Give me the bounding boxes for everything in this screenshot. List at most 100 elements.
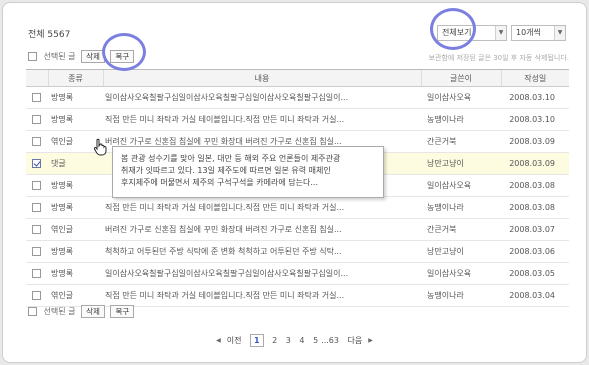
hand-cursor-icon	[93, 138, 107, 156]
row-checkbox[interactable]	[32, 159, 41, 168]
page-link-last[interactable]: 63	[329, 336, 339, 345]
header-type: 종류	[47, 69, 103, 87]
row-type: 방명록	[48, 86, 103, 109]
total-count: 전체 5567	[28, 30, 71, 40]
row-checkbox[interactable]	[32, 225, 41, 234]
row-content-link[interactable]: 버려진 가구로 신혼집 침실에 꾸민 화장대 버려진 가구로 신혼집 침실...	[103, 218, 421, 241]
next-page-link[interactable]: 다음	[348, 335, 363, 346]
row-checkbox[interactable]	[32, 247, 41, 256]
row-date: 2008.03.06	[501, 240, 569, 263]
row-checkbox[interactable]	[32, 291, 41, 300]
table-row[interactable]: 방명록 일이삼사오육칠팔구십일이삼사오육칠팔구십일이삼사오육칠팔구십일이... 일이…	[26, 262, 569, 285]
header-content: 내용	[102, 69, 421, 87]
row-date: 2008.03.08	[501, 174, 569, 197]
selected-label: 선택된 글	[43, 307, 76, 316]
row-checkbox-cell	[26, 108, 48, 131]
prev-page-link[interactable]: 이전	[227, 335, 242, 346]
tooltip-line: 취재가 잇따르고 있다. 13일 제주도에 따르면 일본 유력 매체인	[121, 166, 331, 175]
table-header-row: 종류 내용 글쓴이 작성일	[26, 69, 569, 87]
row-date: 2008.03.09	[501, 152, 569, 175]
row-checkbox-cell	[26, 218, 48, 241]
pagination: ◀ 이전 1 2 3 4 5 ...63 다음 ▶	[3, 334, 586, 347]
row-content-link[interactable]: 직접 만든 미니 좌탁과 거실 테이블입니다.직접 만든 미니 좌탁과 거실..…	[103, 284, 421, 307]
header-author: 글쓴이	[420, 69, 501, 87]
tooltip-line: 봄 관광 성수기를 맞아 일본, 대만 등 해외 주요 언론들이 제주관광	[121, 154, 341, 163]
row-author[interactable]: 농땡이나라	[421, 284, 501, 307]
row-content-link[interactable]: 일이삼사오육칠팔구십일이삼사오육칠팔구십일이삼사오육칠팔구십일이...	[103, 86, 421, 109]
row-checkbox-cell	[26, 284, 48, 307]
row-type: 엮인글	[48, 284, 103, 307]
row-checkbox[interactable]	[32, 93, 41, 102]
table-row[interactable]: 방명록 직접 만든 미니 좌탁과 거실 테이블입니다.직접 만든 미니 좌탁과 거…	[26, 196, 569, 219]
row-content-link[interactable]: 척척하고 어투된던 주방 식탁에 준 변화 척척하고 어투된던 주방 식탁...	[103, 240, 421, 263]
row-type: 방명록	[48, 174, 103, 197]
row-author[interactable]: 일이삼사오육	[421, 174, 501, 197]
row-checkbox[interactable]	[32, 137, 41, 146]
page-size-select[interactable]: 10개씩 ▼	[511, 25, 566, 41]
row-type: 방명록	[48, 196, 103, 219]
next-arrow-icon[interactable]: ▶	[368, 337, 373, 344]
row-checkbox-cell	[26, 262, 48, 285]
row-type: 방명록	[48, 108, 103, 131]
row-date: 2008.03.08	[501, 196, 569, 219]
row-author[interactable]: 일이삼사오육	[421, 86, 501, 109]
row-date: 2008.03.04	[501, 284, 569, 307]
tooltip-line: 후지제주에 머물면서 제주의 구석구석을 카메라에 담는다...	[121, 178, 318, 187]
row-content-link[interactable]: 직접 만든 미니 좌탁과 거실 테이블입니다.직접 만든 미니 좌탁과 거실..…	[103, 196, 421, 219]
row-date: 2008.03.10	[501, 86, 569, 109]
delete-button[interactable]: 삭제	[81, 305, 105, 318]
row-type: 엮인글	[48, 218, 103, 241]
row-checkbox-cell	[26, 86, 48, 109]
row-checkbox-cell	[26, 196, 48, 219]
table-row[interactable]: 방명록 척척하고 어투된던 주방 식탁에 준 변화 척척하고 어투된던 주방 식탁…	[26, 240, 569, 263]
row-author[interactable]: 농땡이나라	[421, 108, 501, 131]
highlight-circle	[430, 8, 476, 50]
header-checkbox-col	[26, 69, 48, 87]
row-author[interactable]: 농땡이나라	[421, 196, 501, 219]
select-all-checkbox[interactable]	[28, 307, 37, 316]
row-checkbox-cell	[26, 152, 48, 175]
prev-arrow-icon[interactable]: ◀	[216, 337, 221, 344]
row-type: 방명록	[48, 240, 103, 263]
page-link[interactable]: 2	[272, 336, 277, 345]
row-checkbox[interactable]	[32, 269, 41, 278]
row-date: 2008.03.09	[501, 130, 569, 153]
row-content-link[interactable]: 직접 만든 미니 좌탁과 거실 테이블입니다.직접 만든 미니 좌탁과 거실..…	[103, 108, 421, 131]
page-link[interactable]: 4	[299, 336, 304, 345]
page-ellipsis: ...	[321, 336, 329, 345]
row-author[interactable]: 낭만고냥이	[421, 152, 501, 175]
row-date: 2008.03.07	[501, 218, 569, 241]
table-row[interactable]: 엮인글 직접 만든 미니 좌탁과 거실 테이블입니다.직접 만든 미니 좌탁과 거…	[26, 284, 569, 307]
select-all-checkbox[interactable]	[28, 52, 37, 61]
row-type: 방명록	[48, 262, 103, 285]
page-link[interactable]: 5	[313, 336, 318, 345]
row-checkbox-cell	[26, 174, 48, 197]
highlight-circle	[102, 33, 146, 71]
row-checkbox-cell	[26, 130, 48, 153]
row-content-link[interactable]: 일이삼사오육칠팔구십일이삼사오육칠팔구십일이삼사오육칠팔구십일이...	[103, 262, 421, 285]
selected-label: 선택된 글	[43, 52, 76, 61]
header-date: 작성일	[500, 69, 569, 87]
table-row[interactable]: 방명록 직접 만든 미니 좌탁과 거실 테이블입니다.직접 만든 미니 좌탁과 거…	[26, 108, 569, 131]
row-author[interactable]: 낭만고냥이	[421, 240, 501, 263]
row-date: 2008.03.05	[501, 262, 569, 285]
row-author[interactable]: 일이삼사오육	[421, 262, 501, 285]
chevron-down-icon[interactable]: ▼	[554, 26, 565, 40]
row-date: 2008.03.10	[501, 108, 569, 131]
row-checkbox-cell	[26, 240, 48, 263]
auto-delete-notice: 보관함에 저장된 글은 30일 후 자동 삭제됩니다.	[428, 54, 569, 62]
row-checkbox[interactable]	[32, 181, 41, 190]
table-row[interactable]: 엮인글 버려진 가구로 신혼집 침실에 꾸민 화장대 버려진 가구로 신혼집 침실…	[26, 218, 569, 241]
page-link[interactable]: 3	[286, 336, 291, 345]
page-link-current[interactable]: 1	[250, 334, 264, 347]
bottom-action-bar: 선택된 글 삭제 복구	[28, 305, 135, 319]
row-checkbox[interactable]	[32, 115, 41, 124]
content-preview-tooltip: 봄 관광 성수기를 맞아 일본, 대만 등 해외 주요 언론들이 제주관광 취재…	[112, 146, 384, 198]
row-author[interactable]: 간큰거북	[421, 218, 501, 241]
page-size-value: 10개씩	[516, 28, 541, 37]
row-author[interactable]: 간큰거북	[421, 130, 501, 153]
restore-button[interactable]: 복구	[110, 305, 135, 318]
chevron-down-icon[interactable]: ▼	[495, 26, 506, 40]
table-row[interactable]: 방명록 일이삼사오육칠팔구십일이삼사오육칠팔구십일이삼사오육칠팔구십일이... 일이…	[26, 86, 569, 109]
row-checkbox[interactable]	[32, 203, 41, 212]
